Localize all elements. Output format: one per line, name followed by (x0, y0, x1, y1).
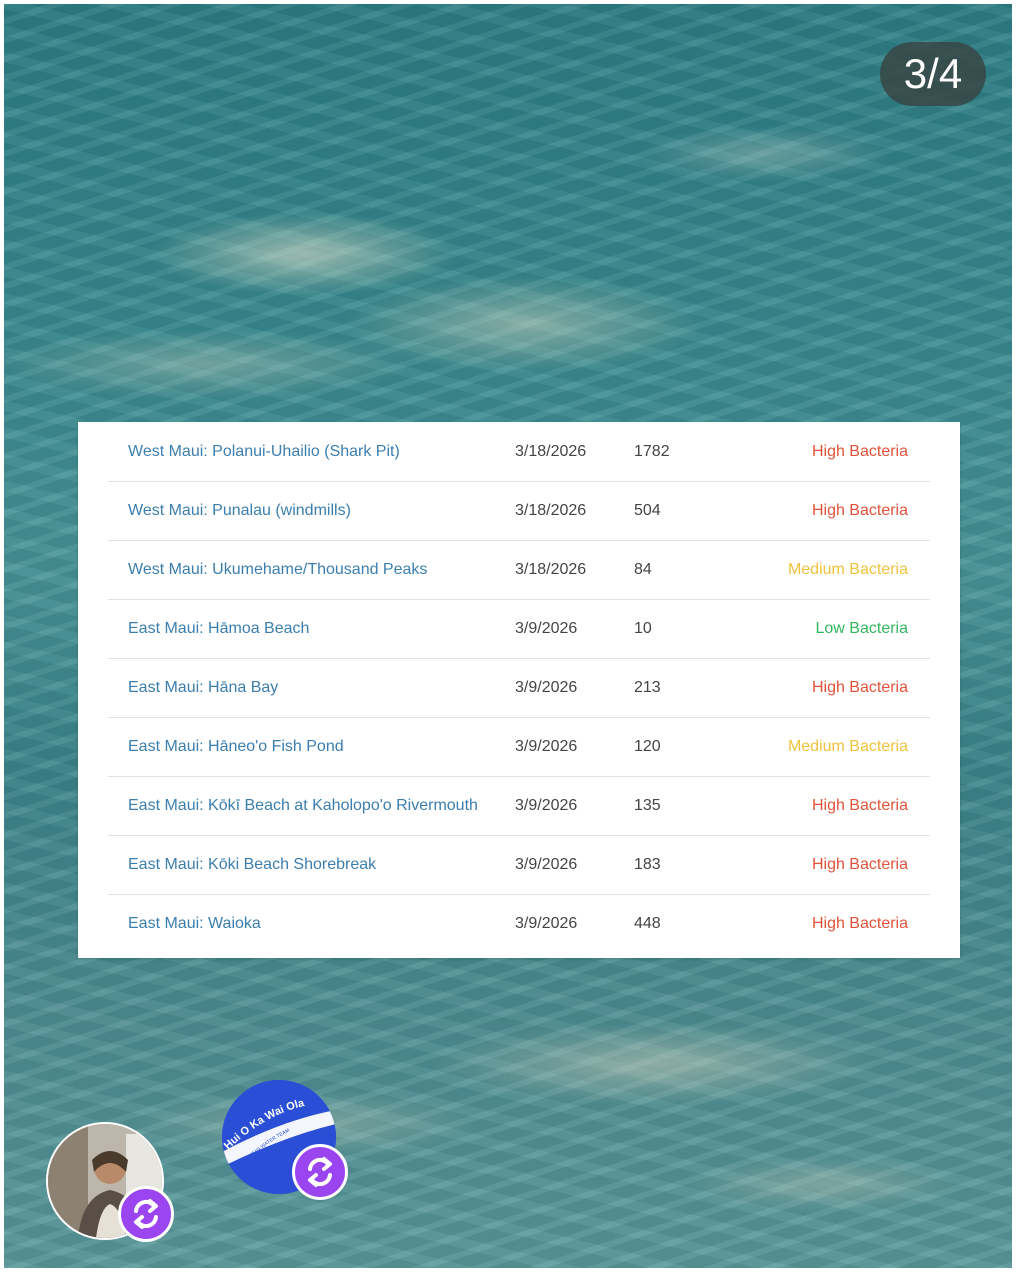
table-row: West Maui: Punalau (windmills) 3/18/2026… (108, 481, 930, 541)
sample-date: 3/9/2026 (515, 620, 578, 637)
table-row: East Maui: Hāmoa Beach 3/9/2026 10 Low B… (108, 599, 930, 659)
bacteria-count: 213 (634, 679, 661, 696)
sample-date: 3/9/2026 (515, 738, 578, 755)
bacteria-status: High Bacteria (811, 797, 908, 814)
sample-date: 3/9/2026 (515, 679, 578, 696)
bacteria-count: 84 (634, 561, 652, 578)
table-row: East Maui: Hāna Bay 3/9/2026 213 High Ba… (108, 658, 930, 718)
location-link[interactable]: West Maui: Punalau (windmills) (128, 481, 351, 540)
location-link[interactable]: West Maui: Polanui-Uhailio (Shark Pit) (128, 422, 400, 481)
table-row: West Maui: Polanui-Uhailio (Shark Pit) 3… (108, 422, 930, 482)
table-row: West Maui: Ukumehame/Thousand Peaks 3/18… (108, 540, 930, 600)
repost-badge[interactable] (292, 1144, 348, 1200)
bacteria-count: 135 (634, 797, 661, 814)
bacteria-status: High Bacteria (811, 502, 908, 519)
story-page-counter: 3/4 (880, 42, 986, 106)
bacteria-count: 120 (634, 738, 661, 755)
sample-date: 3/9/2026 (515, 797, 578, 814)
sample-date: 3/18/2026 (515, 502, 587, 519)
bacteria-status: High Bacteria (811, 856, 908, 873)
bacteria-count: 504 (634, 502, 661, 519)
location-link[interactable]: East Maui: Kōkī Beach at Kaholopo'o Rive… (128, 776, 478, 835)
table-row: East Maui: Kōkī Beach at Kaholopo'o Rive… (108, 776, 930, 836)
bacteria-count: 448 (634, 915, 661, 932)
bacteria-status: High Bacteria (811, 915, 908, 932)
repost-icon (308, 1157, 332, 1187)
location-link[interactable]: East Maui: Kōki Beach Shorebreak (128, 835, 376, 894)
table-row: East Maui: Kōki Beach Shorebreak 3/9/202… (108, 835, 930, 895)
bacteria-status: High Bacteria (811, 443, 908, 460)
water-quality-table: West Maui: Polanui-Uhailio (Shark Pit) 3… (78, 422, 960, 958)
bacteria-count: 1782 (634, 443, 670, 460)
bacteria-status: Medium Bacteria (787, 738, 908, 755)
bacteria-status: Low Bacteria (815, 620, 909, 637)
sample-date: 3/18/2026 (515, 443, 587, 460)
sample-date: 3/18/2026 (515, 561, 587, 578)
story-screen: 3/4 West Maui: Polanui-Uhailio (Shark Pi… (0, 0, 1016, 1272)
bacteria-count: 183 (634, 856, 661, 873)
repost-icon (134, 1199, 158, 1229)
sample-date: 3/9/2026 (515, 915, 578, 932)
bacteria-status: Medium Bacteria (787, 561, 908, 578)
table-row: East Maui: Waioka 3/9/2026 448 High Bact… (108, 894, 930, 953)
bacteria-status: High Bacteria (811, 679, 908, 696)
location-link[interactable]: East Maui: Hāmoa Beach (128, 599, 309, 658)
bacteria-count: 10 (634, 620, 652, 637)
location-link[interactable]: East Maui: Hāneo'o Fish Pond (128, 717, 344, 776)
location-link[interactable]: East Maui: Waioka (128, 894, 261, 953)
repost-badge[interactable] (118, 1186, 174, 1242)
sample-date: 3/9/2026 (515, 856, 578, 873)
location-link[interactable]: East Maui: Hāna Bay (128, 658, 278, 717)
location-link[interactable]: West Maui: Ukumehame/Thousand Peaks (128, 540, 427, 599)
table-row: East Maui: Hāneo'o Fish Pond 3/9/2026 12… (108, 717, 930, 777)
